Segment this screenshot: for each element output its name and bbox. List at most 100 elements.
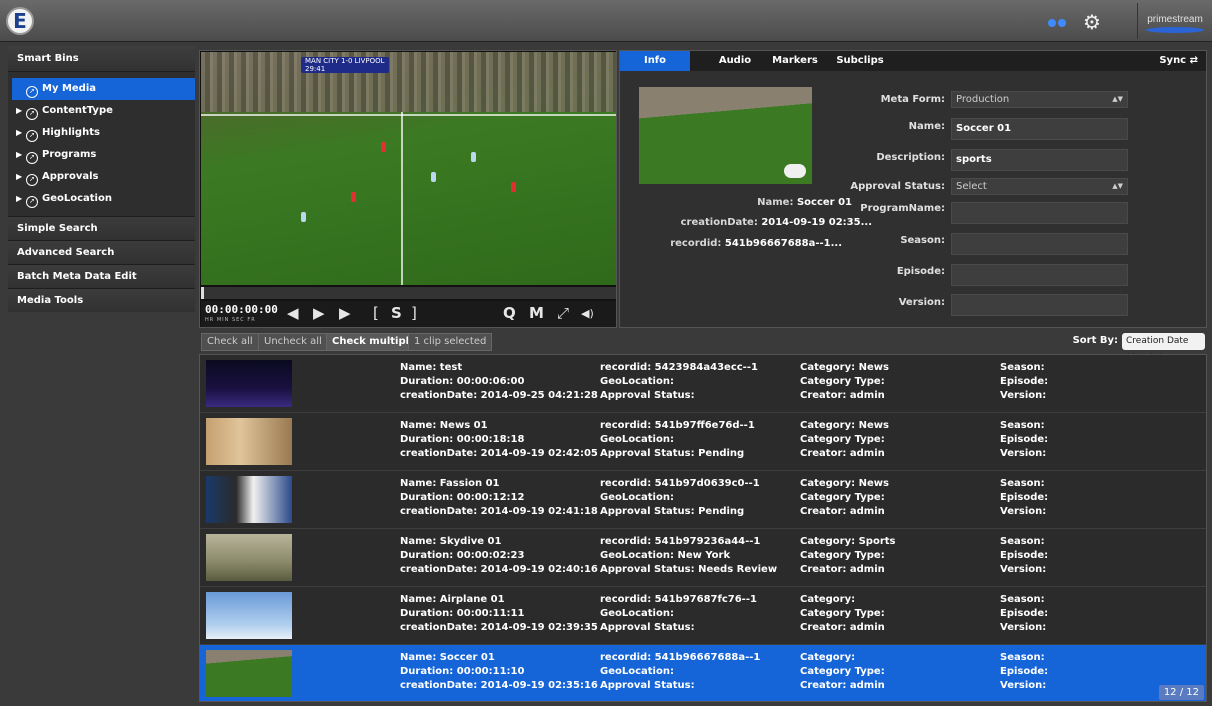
compass-icon: ➚ — [26, 130, 38, 142]
chevron-right-icon[interactable]: ▶ — [16, 100, 26, 122]
clip-col-3: Category: Sports Category Type: Creator: a… — [800, 536, 896, 575]
gear-icon[interactable]: ⚙ — [1083, 10, 1101, 34]
tab-subclips[interactable]: Subclips — [825, 51, 895, 71]
step-back-icon[interactable]: ◀ — [287, 304, 299, 322]
description-field[interactable]: sports — [951, 149, 1128, 171]
timecode: 00:00:00:00 — [205, 303, 278, 316]
mark-out-button[interactable]: ] — [411, 304, 417, 322]
clip-preview-thumbnail — [639, 87, 812, 184]
clip-col-4: Season: Episode: Version: — [1000, 536, 1049, 575]
sync-button[interactable]: Sync ⇄ — [1159, 51, 1198, 71]
volume-icon[interactable]: ◀) — [581, 307, 594, 320]
m-button[interactable]: M — [529, 304, 544, 322]
clip-row[interactable]: Name: Skydive 01 Duration: 00:00:02:23 cre… — [200, 529, 1206, 587]
media-tools-section[interactable]: Media Tools — [8, 288, 195, 312]
step-forward-icon[interactable]: ▶ — [339, 304, 351, 322]
player-figure — [471, 152, 476, 162]
pitch-line — [401, 112, 403, 285]
sidebar-item-geolocation[interactable]: ▶ ➚ GeoLocation — [8, 188, 195, 210]
program-name-field[interactable] — [951, 202, 1128, 224]
chevron-right-icon[interactable]: ▶ — [16, 166, 26, 188]
timecode-units: HR MIN SEC FR — [205, 317, 256, 323]
sidebar-item-contenttype[interactable]: ▶ ➚ ContentType — [8, 100, 195, 122]
sidebar-item-programs[interactable]: ▶ ➚ Programs — [8, 144, 195, 166]
smart-bins-header[interactable]: Smart Bins — [8, 46, 195, 72]
q-button[interactable]: Q — [503, 304, 516, 322]
video-player: MAN CITY 1-0 LIVPOOL 29:41 00:00:00:00 H… — [199, 50, 617, 328]
app-logo[interactable]: E — [6, 7, 34, 35]
sidebar-item-approvals[interactable]: ▶ ➚ Approvals — [8, 166, 195, 188]
sidebar-item-my-media[interactable]: ➚ My Media — [12, 78, 195, 100]
clip-row[interactable]: Name: Airplane 01 Duration: 00:00:11:11 cr… — [200, 587, 1206, 645]
clip-col-1: Name: News 01 Duration: 00:00:18:18 creati… — [400, 420, 598, 459]
player-figure — [511, 182, 516, 192]
compass-icon: ➚ — [26, 196, 38, 208]
meta-form-label: Meta Form: — [880, 94, 945, 105]
play-icon[interactable]: ▶ — [313, 304, 325, 322]
clip-col-2: recordid: 5423984a43ecc--1 GeoLocation: Ap… — [600, 362, 758, 401]
clip-col-1: Name: Skydive 01 Duration: 00:00:02:23 cre… — [400, 536, 598, 575]
chevron-right-icon[interactable]: ▶ — [16, 144, 26, 166]
select-arrows-icon: ▲▼ — [1112, 95, 1123, 103]
cloud-download-icon[interactable] — [784, 164, 806, 178]
clip-col-4: Season: Episode: Version: — [1000, 478, 1049, 517]
uncheck-all-button[interactable]: Uncheck all — [258, 333, 328, 351]
meta-name: Name: Soccer 01 — [757, 197, 852, 208]
meta-recordid: recordid: 541b96667688a--1... — [670, 238, 842, 249]
scorebug: MAN CITY 1-0 LIVPOOL 29:41 — [301, 57, 389, 73]
program-name-label: ProgramName: — [860, 203, 945, 214]
episode-field[interactable] — [951, 264, 1128, 286]
clip-row[interactable]: Name: test Duration: 00:00:06:00 creationD… — [200, 355, 1206, 413]
sort-select[interactable]: Creation Date (desc) ⇕ — [1122, 333, 1205, 363]
sort-by-label: Sort By: — [1072, 335, 1118, 346]
name-label: Name: — [908, 121, 945, 132]
transport-bar: 00:00:00:00 HR MIN SEC FR ◀ ▶ ▶ [ S ] Q … — [201, 301, 616, 327]
chevron-right-icon[interactable]: ▶ — [16, 188, 26, 210]
video-frame[interactable]: MAN CITY 1-0 LIVPOOL 29:41 — [201, 52, 616, 285]
compass-icon: ➚ — [26, 174, 38, 186]
version-field[interactable] — [951, 294, 1128, 316]
info-tabs: Info Audio Markers Subclips Sync ⇄ — [620, 51, 1206, 71]
sidebar: Smart Bins ➚ My Media ▶ ➚ ContentType ▶ ➚ Hig… — [8, 46, 195, 312]
mark-in-button[interactable]: [ — [373, 304, 379, 322]
list-toolbar: Check all Uncheck all Check multiple 1 c… — [199, 330, 1207, 363]
page-indicator: 12 / 12 — [1158, 685, 1204, 700]
clip-thumbnail — [206, 476, 292, 523]
clip-col-4: Season: Episode: Version: — [1000, 594, 1049, 633]
simple-search-section[interactable]: Simple Search — [8, 216, 195, 240]
check-all-button[interactable]: Check all — [201, 333, 259, 351]
description-label: Description: — [876, 152, 945, 163]
meta-form-select[interactable]: Production ▲▼ — [951, 91, 1128, 108]
sync-icon: ⇄ — [1189, 55, 1198, 66]
clip-col-2: recordid: 541b97d0639c0--1 GeoLocation: Ap… — [600, 478, 760, 517]
clip-row[interactable]: Name: News 01 Duration: 00:00:18:18 creati… — [200, 413, 1206, 471]
clip-thumbnail — [206, 592, 292, 639]
clip-thumbnail — [206, 534, 292, 581]
chevron-right-icon[interactable]: ▶ — [16, 122, 26, 144]
meta-creation-date: creationDate: 2014-09-19 02:35... — [680, 217, 872, 228]
pitch-line — [201, 114, 616, 116]
season-field[interactable] — [951, 233, 1128, 255]
scrub-handle[interactable] — [201, 287, 204, 299]
brand-logo: primestream — [1137, 3, 1212, 39]
player-figure — [351, 192, 356, 202]
tab-info[interactable]: Info — [620, 51, 690, 71]
clip-col-2: recordid: 541b97687fc76--1 GeoLocation: Ap… — [600, 594, 757, 633]
info-panel: Info Audio Markers Subclips Sync ⇄ Name:… — [619, 50, 1207, 328]
name-field[interactable]: Soccer 01 — [951, 118, 1128, 140]
clip-col-4: Season: Episode: Version: — [1000, 420, 1049, 459]
approval-status-select[interactable]: Select ▲▼ — [951, 178, 1128, 195]
status-dots-icon — [1048, 17, 1072, 27]
scrub-bar[interactable] — [201, 287, 616, 299]
clip-col-1: Name: test Duration: 00:00:06:00 creationD… — [400, 362, 598, 401]
clip-col-2: recordid: 541b979236a44--1 GeoLocation: N… — [600, 536, 778, 575]
fullscreen-icon[interactable]: ⤢ — [557, 304, 569, 322]
advanced-search-section[interactable]: Advanced Search — [8, 240, 195, 264]
clip-row-selected[interactable]: Name: Soccer 01 Duration: 00:00:11:10 crea… — [200, 645, 1206, 701]
sidebar-item-highlights[interactable]: ▶ ➚ Highlights — [8, 122, 195, 144]
snapshot-button[interactable]: S — [391, 304, 402, 322]
clip-row[interactable]: Name: Fassion 01 Duration: 00:00:12:12 cre… — [200, 471, 1206, 529]
compass-icon: ➚ — [26, 108, 38, 120]
tab-markers[interactable]: Markers — [760, 51, 830, 71]
batch-meta-edit-section[interactable]: Batch Meta Data Edit — [8, 264, 195, 288]
